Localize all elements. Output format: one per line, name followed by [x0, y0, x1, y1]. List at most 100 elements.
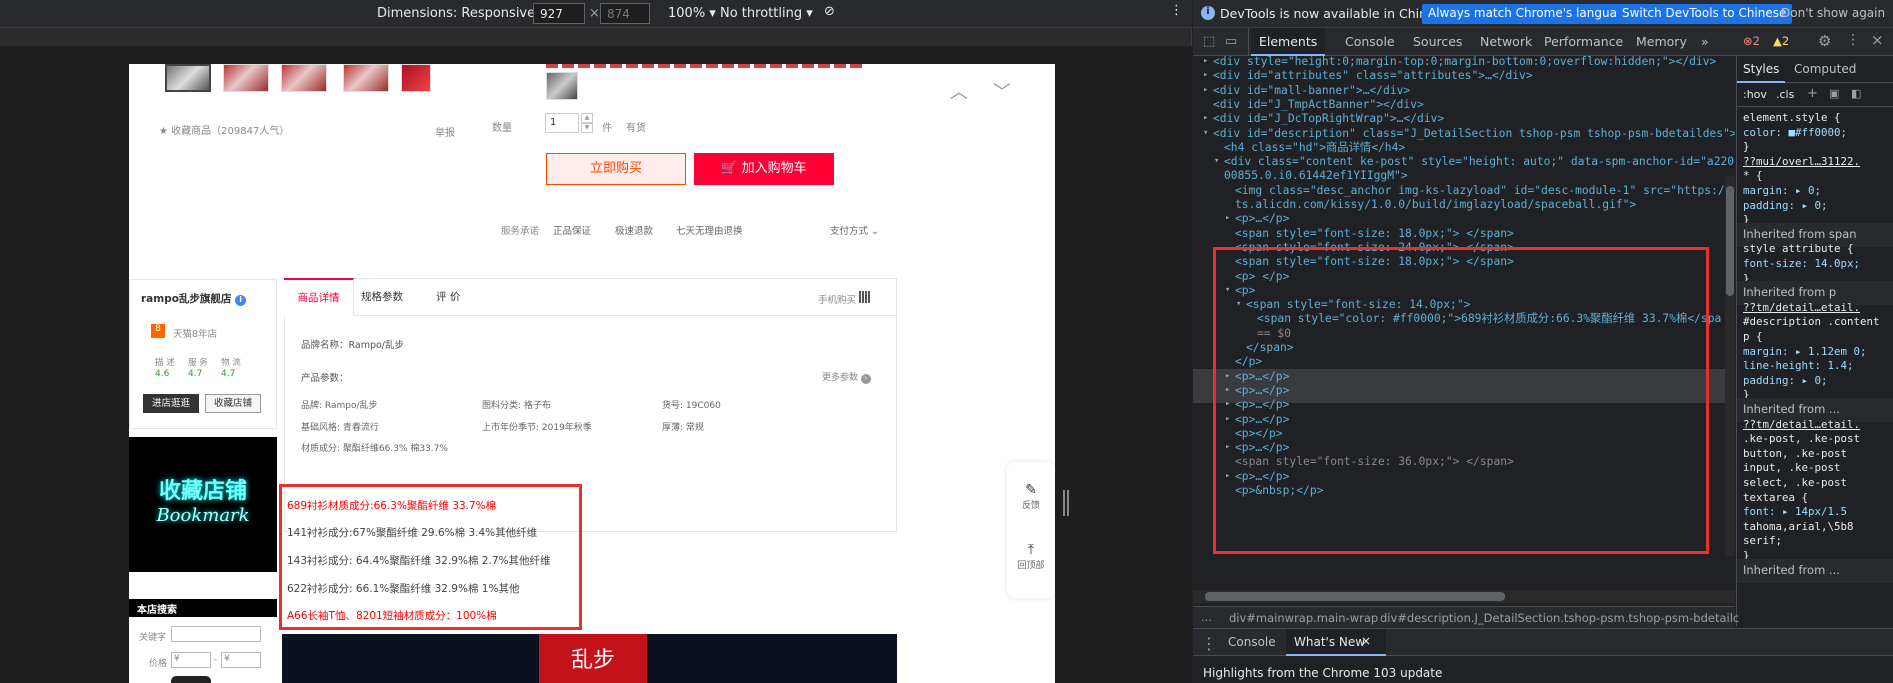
resize-handle[interactable]: [1063, 490, 1069, 516]
style-line[interactable]: element.style {: [1743, 111, 1841, 125]
chevron-down-icon[interactable]: ﹀: [993, 78, 1011, 104]
payment-dropdown[interactable]: 支付方式 ⌄: [830, 223, 879, 237]
back-to-top-button[interactable]: ⤒ 回顶部: [1008, 542, 1054, 571]
style-line[interactable]: }: [1743, 140, 1750, 154]
style-line[interactable]: tahoma,arial,\5b8: [1743, 520, 1854, 534]
tab-specifications[interactable]: 规格参数: [361, 289, 403, 304]
rotate-icon[interactable]: ⊘: [824, 4, 835, 19]
style-line[interactable]: style attribute {: [1743, 242, 1854, 256]
tab-performance[interactable]: Performance: [1544, 34, 1623, 49]
close-tab-icon[interactable]: ×: [1361, 634, 1371, 648]
vertical-scroll-thumb[interactable]: [1726, 186, 1734, 296]
style-line[interactable]: padding: ▸ 0;: [1743, 199, 1828, 213]
style-line[interactable]: padding: ▸ 0;: [1743, 374, 1828, 388]
throttling-dropdown[interactable]: No throttling ▾: [720, 6, 813, 21]
close-icon[interactable]: ×: [1871, 31, 1884, 49]
style-line[interactable]: input, .ke-post: [1743, 461, 1841, 475]
more-tabs-button[interactable]: »: [1701, 34, 1709, 49]
tab-styles[interactable]: Styles: [1743, 62, 1779, 76]
style-line[interactable]: margin: ▸ 1.12em 0;: [1743, 345, 1867, 359]
keyword-input[interactable]: [171, 626, 261, 642]
style-line[interactable]: * {: [1743, 169, 1763, 183]
style-line[interactable]: line-height: 1.4;: [1743, 359, 1854, 373]
tab-network[interactable]: Network: [1480, 34, 1532, 49]
expand-right-icon[interactable]: ▸: [1203, 82, 1208, 99]
add-to-cart-button[interactable]: 🛒 加入购物车: [694, 153, 834, 185]
height-input[interactable]: 874: [600, 3, 650, 24]
tab-computed[interactable]: Computed: [1794, 62, 1856, 76]
price-min-input[interactable]: ¥: [171, 652, 211, 668]
mobile-buy[interactable]: 手机购买: [818, 291, 872, 306]
service-item[interactable]: 极速退款: [615, 223, 653, 237]
shop-name[interactable]: rampo乱步旗舰店 i: [141, 291, 247, 306]
drawer-tab-whats-new[interactable]: What's New: [1294, 635, 1365, 649]
tab-memory[interactable]: Memory: [1636, 34, 1687, 49]
inspect-icon[interactable]: ⬚: [1203, 34, 1215, 49]
quantity-increase-button[interactable]: ▲: [581, 113, 593, 123]
style-line[interactable]: ??tm/detail…etail.: [1743, 418, 1860, 432]
expand-down-icon[interactable]: ▾: [1214, 153, 1219, 170]
add-rule-icon[interactable]: +: [1807, 86, 1818, 101]
settings-gear-icon[interactable]: ⚙: [1818, 32, 1831, 50]
tab-reviews[interactable]: 评 价: [436, 289, 460, 304]
style-line[interactable]: textarea {: [1743, 491, 1808, 505]
product-thumbnail[interactable]: [343, 64, 389, 92]
dimensions-dropdown[interactable]: Dimensions: Responsive ▾: [377, 6, 546, 21]
price-max-input[interactable]: ¥: [221, 652, 261, 668]
product-thumbnail[interactable]: [165, 64, 211, 92]
bookmark-banner[interactable]: 收藏店铺 Bookmark: [129, 437, 277, 572]
buy-now-button[interactable]: 立即购买: [546, 153, 686, 185]
computed-sidebar-icon[interactable]: ◧: [1851, 87, 1861, 100]
dont-show-again-button[interactable]: Don't show again: [1775, 4, 1891, 24]
style-line[interactable]: select, .ke-post: [1743, 476, 1847, 490]
breadcrumb-item[interactable]: div#description.J_DetailSection.tshop-ps…: [1380, 611, 1739, 625]
hov-toggle[interactable]: :hov: [1743, 88, 1767, 101]
style-line[interactable]: #description .content: [1743, 315, 1880, 329]
feedback-button[interactable]: ✎ 反馈: [1008, 482, 1054, 511]
more-options-icon[interactable]: ⋮: [1170, 3, 1183, 18]
match-language-button[interactable]: Always match Chrome's language: [1422, 4, 1638, 24]
warning-count[interactable]: ▲2: [1773, 34, 1789, 48]
style-line[interactable]: button, .ke-post: [1743, 447, 1847, 461]
tab-console[interactable]: Console: [1345, 34, 1395, 49]
tab-elements[interactable]: Elements: [1259, 34, 1317, 49]
style-line[interactable]: font: ▸ 14px/1.5: [1743, 505, 1847, 519]
quantity-input[interactable]: 1: [545, 113, 579, 133]
expand-down-icon[interactable]: ▾: [1203, 125, 1208, 142]
customize-menu-icon[interactable]: ⋮: [1846, 32, 1860, 48]
tab-sources[interactable]: Sources: [1413, 34, 1462, 49]
style-line[interactable]: font-size: 14.0px;: [1743, 257, 1860, 271]
report-link[interactable]: 举报: [435, 124, 455, 139]
style-line[interactable]: margin: ▸ 0;: [1743, 184, 1821, 198]
width-input[interactable]: 927: [533, 3, 585, 24]
drawer-menu-icon[interactable]: ⋮: [1201, 634, 1217, 653]
style-line[interactable]: ??mui/overl…31122.: [1743, 155, 1860, 169]
service-item[interactable]: 七天无理由退换: [676, 223, 743, 237]
style-line[interactable]: serif;: [1743, 534, 1782, 548]
style-line[interactable]: p {: [1743, 330, 1763, 344]
product-thumbnail[interactable]: [401, 64, 431, 92]
more-params-link[interactable]: 更多参数 ›: [822, 370, 871, 384]
style-line[interactable]: ??tm/detail…etail.: [1743, 301, 1860, 315]
tab-product-details[interactable]: 商品详情: [284, 278, 354, 316]
style-line[interactable]: color: ■#ff0000;: [1743, 126, 1847, 140]
paint-icon[interactable]: ▣: [1829, 87, 1839, 100]
service-item[interactable]: 正品保证: [553, 223, 591, 237]
expand-right-icon[interactable]: ▸: [1225, 210, 1230, 227]
favorite-product[interactable]: ★ 收藏商品（209847人气）: [159, 122, 289, 137]
product-thumbnail[interactable]: [281, 64, 327, 92]
drawer-tab-console[interactable]: Console: [1228, 635, 1276, 649]
enter-shop-button[interactable]: 进店逛逛: [143, 394, 199, 413]
error-count[interactable]: ⊗2: [1743, 34, 1760, 48]
zoom-dropdown[interactable]: 100% ▾: [668, 6, 716, 21]
chevron-up-icon[interactable]: ︿: [950, 78, 968, 104]
cls-toggle[interactable]: .cls: [1776, 88, 1794, 101]
switch-chinese-button[interactable]: Switch DevTools to Chinese: [1616, 4, 1793, 24]
favorite-shop-button[interactable]: 收藏店铺: [205, 394, 261, 413]
horizontal-scroll-thumb[interactable]: [1205, 592, 1505, 601]
device-toggle-icon[interactable]: ▭: [1225, 34, 1237, 49]
style-line[interactable]: .ke-post, .ke-post: [1743, 432, 1860, 446]
breadcrumb-ellipsis[interactable]: ...: [1201, 610, 1212, 624]
search-button[interactable]: [171, 676, 211, 683]
quantity-decrease-button[interactable]: ▼: [581, 123, 593, 133]
